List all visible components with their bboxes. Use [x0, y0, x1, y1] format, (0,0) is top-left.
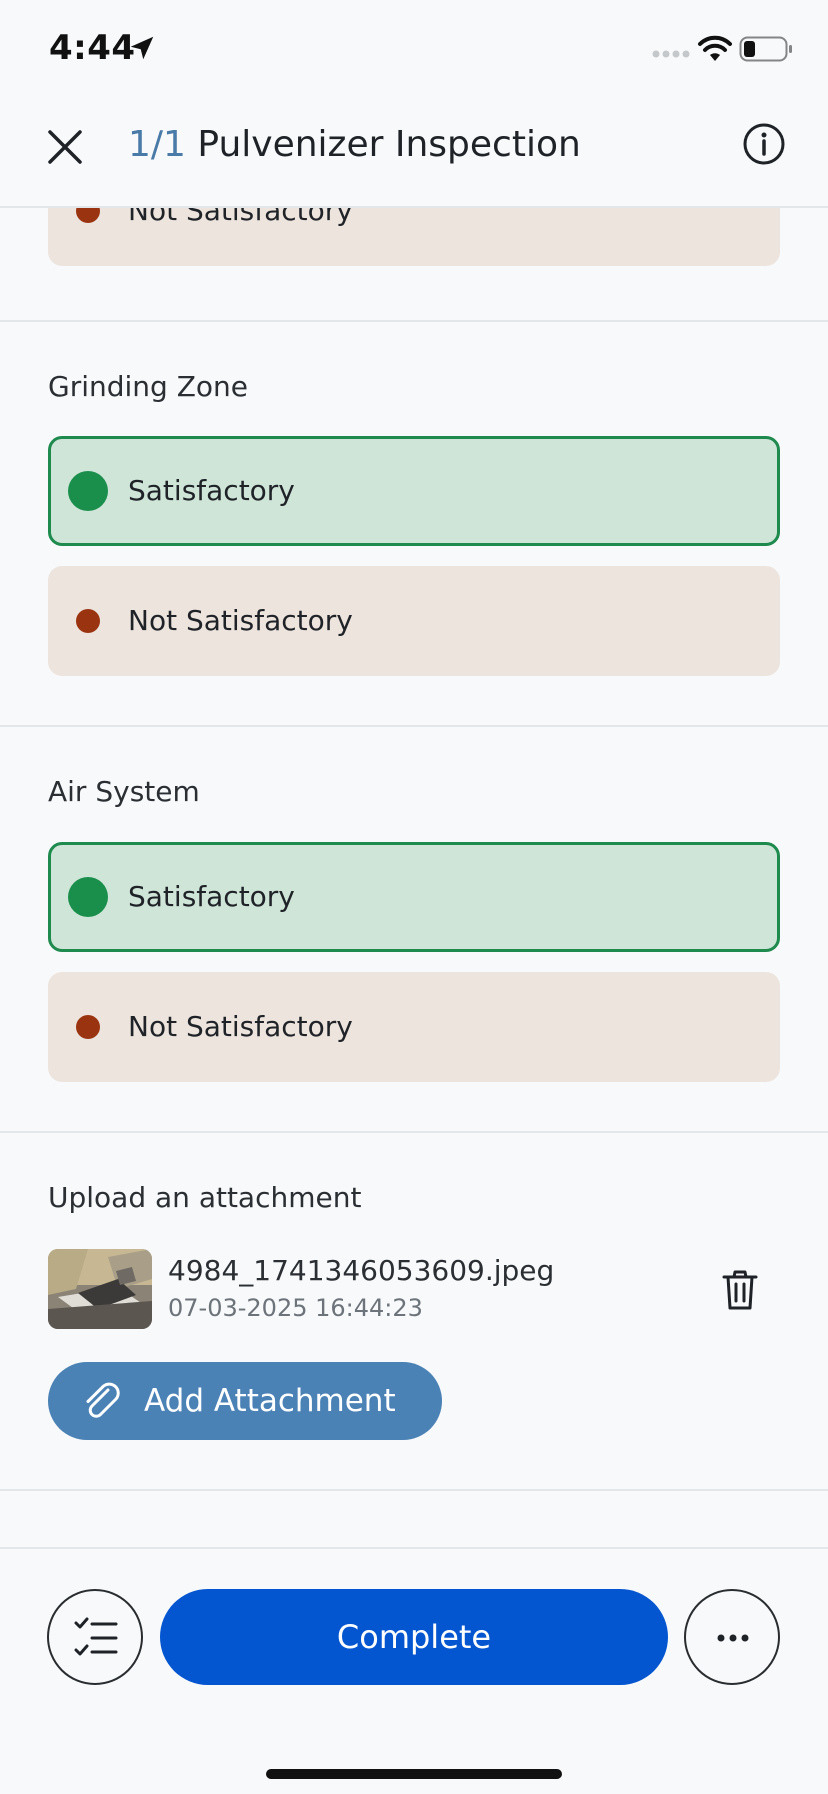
checklist-icon	[74, 1617, 118, 1656]
status-bar: 4:44	[0, 0, 828, 100]
section-divider	[0, 1489, 828, 1491]
inspection-count: 1/1	[128, 124, 186, 165]
section-divider	[0, 725, 828, 727]
option-not-satisfactory-air-system[interactable]: Not Satisfactory	[48, 972, 780, 1082]
option-label: Satisfactory	[128, 880, 295, 913]
satisfactory-dot	[68, 471, 108, 511]
option-satisfactory-air-system[interactable]: Satisfactory	[48, 842, 780, 952]
inspection-title: Pulvenizer Inspection	[197, 124, 581, 165]
bottom-action-bar: Complete	[0, 1547, 828, 1794]
close-icon[interactable]	[40, 122, 90, 172]
option-label: Not Satisfactory	[128, 1010, 353, 1043]
option-label: Not Satisfactory	[128, 206, 353, 227]
inspection-form[interactable]: Not Satisfactory Grinding Zone Satisfact…	[0, 206, 828, 1547]
battery-icon	[739, 36, 792, 62]
complete-label: Complete	[336, 1618, 492, 1656]
attachment-file-name: 4984_1741346053609.jpeg	[168, 1254, 555, 1287]
section-title-attachment: Upload an attachment	[48, 1181, 362, 1214]
checklist-button[interactable]	[47, 1589, 143, 1685]
option-label: Not Satisfactory	[128, 604, 353, 637]
attachment-timestamp: 07-03-2025 16:44:23	[168, 1294, 423, 1322]
complete-button[interactable]: Complete	[160, 1589, 668, 1685]
home-indicator	[266, 1769, 562, 1779]
option-not-satisfactory-grinding-zone[interactable]: Not Satisfactory	[48, 566, 780, 676]
option-not-satisfactory[interactable]: Not Satisfactory	[48, 206, 780, 266]
more-options-button[interactable]	[684, 1589, 780, 1685]
add-attachment-label: Add Attachment	[144, 1383, 396, 1419]
location-arrow-icon	[130, 36, 154, 60]
trash-icon[interactable]	[718, 1268, 762, 1312]
section-title-grinding-zone: Grinding Zone	[48, 370, 248, 403]
cellular-signal-icon	[652, 50, 690, 58]
attachment-thumbnail[interactable]	[48, 1249, 152, 1329]
header: 1/1 Pulvenizer Inspection	[0, 100, 828, 208]
section-divider	[0, 1131, 828, 1133]
image-thumbnail-icon	[48, 1249, 152, 1329]
satisfactory-dot	[68, 877, 108, 917]
not-satisfactory-dot	[76, 609, 100, 633]
page-title: 1/1 Pulvenizer Inspection	[128, 120, 581, 170]
section-divider	[0, 320, 828, 322]
more-icon	[717, 1634, 749, 1642]
section-title-air-system: Air System	[48, 775, 200, 808]
wifi-icon	[698, 35, 732, 61]
paperclip-icon	[86, 1382, 120, 1418]
info-icon[interactable]	[742, 122, 786, 166]
status-time: 4:44	[49, 28, 136, 68]
not-satisfactory-dot	[76, 1015, 100, 1039]
not-satisfactory-dot	[76, 206, 100, 223]
option-label: Satisfactory	[128, 474, 295, 507]
option-satisfactory-grinding-zone[interactable]: Satisfactory	[48, 436, 780, 546]
add-attachment-button[interactable]: Add Attachment	[48, 1362, 442, 1440]
